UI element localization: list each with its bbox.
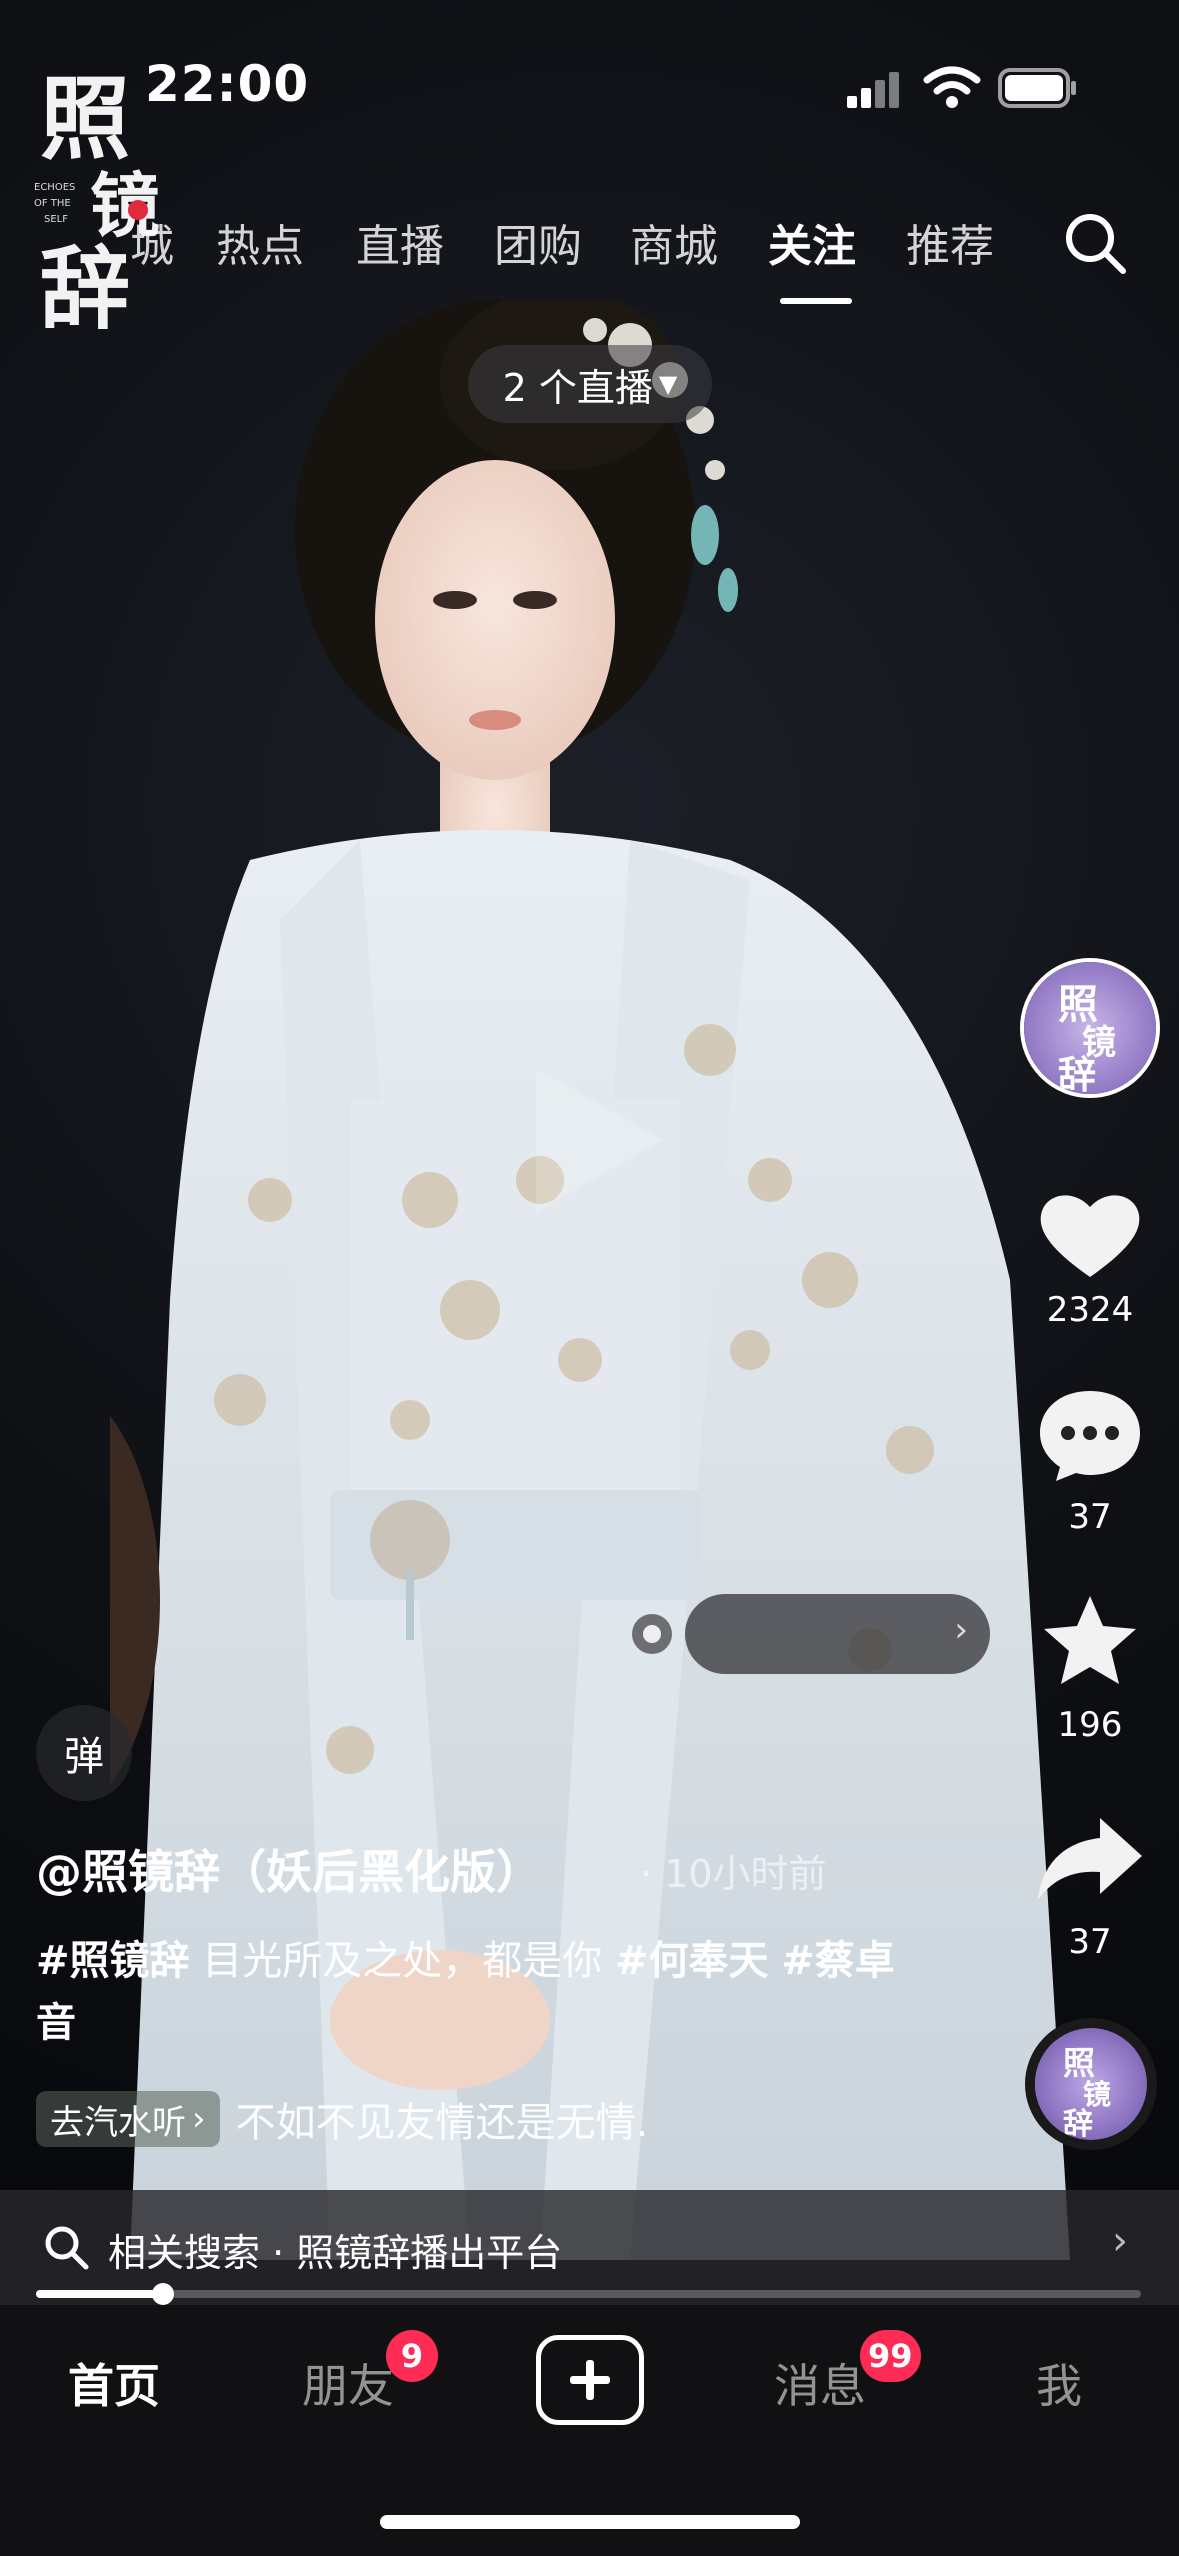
svg-text:辞: 辞 — [1058, 1052, 1096, 1094]
live-count-pill[interactable]: 2 个直播 ▼ — [468, 345, 712, 423]
caret-down-icon: ▼ — [658, 370, 678, 398]
author-avatar-image: 照 镜 辞 — [1024, 962, 1156, 1094]
danmaku-toggle-button[interactable]: 弹 — [36, 1705, 132, 1801]
tab-live[interactable]: 直播 — [356, 210, 444, 274]
video-progress-bar[interactable] — [36, 2283, 1141, 2305]
active-tab-indicator — [780, 298, 852, 304]
svg-text:辞: 辞 — [1063, 2107, 1093, 2140]
comment-count: 37 — [1068, 1497, 1112, 1537]
tab-following[interactable]: 关注 — [768, 210, 856, 274]
author-avatar[interactable]: 照 镜 辞 — [1020, 958, 1160, 1098]
video-description: #照镜辞 目光所及之处，都是你 #何奉天 #蔡卓音 — [36, 1930, 896, 2054]
share-count: 37 — [1068, 1922, 1112, 1962]
tab-group-buy[interactable]: 团购 — [494, 210, 582, 274]
svg-text:OF THE: OF THE — [34, 198, 71, 209]
music-row: 去汽水听 › 不如不见友情还是无情. — [36, 2090, 648, 2148]
brand-logo: 照 镜 辞 ECHOES OF THE SELF — [34, 66, 160, 340]
play-overlay-icon[interactable] — [500, 1050, 680, 1230]
wifi-icon — [923, 66, 981, 108]
post-time: · 10小时前 — [640, 1852, 827, 1896]
related-search-bar[interactable]: 相关搜索 · 照镜辞播出平台 › — [0, 2190, 1179, 2305]
home-indicator — [380, 2515, 800, 2529]
related-search-label: 相关搜索 · 照镜辞播出平台 — [108, 2231, 563, 2275]
like-heart-icon[interactable] — [1030, 1185, 1150, 1285]
chevron-right-icon: › — [192, 2099, 206, 2139]
description-text: 目光所及之处，都是你 — [189, 1938, 615, 1984]
danmaku-label: 弹 — [64, 1734, 104, 1780]
hashtag-link[interactable]: #何奉天 — [615, 1938, 769, 1984]
svg-text:辞: 辞 — [40, 236, 130, 340]
messages-badge: 99 — [860, 2330, 921, 2382]
create-post-button[interactable] — [536, 2335, 644, 2425]
like-count: 2324 — [1046, 1290, 1134, 1330]
comment-icon[interactable] — [1030, 1385, 1150, 1485]
favorite-star-icon[interactable] — [1030, 1590, 1150, 1690]
svg-text:照: 照 — [1063, 2044, 1095, 2082]
search-icon[interactable] — [1062, 210, 1128, 276]
friends-badge: 9 — [386, 2330, 438, 2382]
app-root: 22:00 照 镜 辞 ECHOES OF THE SELF 城 热点 直播 团… — [0, 0, 1179, 2556]
svg-text:照: 照 — [40, 66, 130, 172]
tab-mall[interactable]: 商城 — [630, 210, 718, 274]
live-count-label: 2 个直播 — [502, 365, 653, 410]
music-chip-label: 去汽水听 — [50, 2102, 186, 2143]
author-name[interactable]: @照镜辞（妖后黑化版） — [36, 1836, 542, 1902]
favorite-count: 196 — [1057, 1705, 1123, 1745]
battery-icon — [998, 68, 1076, 108]
nav-messages[interactable]: 消息 — [774, 2350, 866, 2416]
nav-friends[interactable]: 朋友 — [302, 2350, 394, 2416]
video-progress-thumb[interactable] — [152, 2283, 175, 2305]
cellular-signal-icon — [847, 72, 899, 108]
tab-hot[interactable]: 热点 — [216, 210, 304, 274]
plus-icon — [570, 2360, 610, 2400]
hashtag-link[interactable]: #照镜辞 — [36, 1938, 190, 1984]
svg-text:照: 照 — [1058, 981, 1098, 1028]
share-arrow-icon[interactable] — [1030, 1808, 1150, 1908]
song-title[interactable]: 不如不见友情还是无情. — [236, 2090, 649, 2148]
svg-text:ECHOES: ECHOES — [34, 182, 75, 193]
mini-info-pill[interactable]: › — [685, 1594, 990, 1674]
mini-indicator-dot — [632, 1614, 672, 1654]
search-icon — [45, 2226, 89, 2270]
chevron-right-icon: › — [954, 1610, 968, 1650]
tab-recommend[interactable]: 推荐 — [906, 210, 994, 274]
open-music-app-chip[interactable]: 去汽水听 › — [36, 2091, 220, 2147]
chevron-right-icon: › — [1112, 2218, 1128, 2264]
music-disc-cover: 照 镜 辞 — [1035, 2028, 1147, 2140]
nav-me[interactable]: 我 — [1036, 2350, 1082, 2416]
svg-text:SELF: SELF — [44, 214, 68, 225]
nav-home[interactable]: 首页 — [68, 2350, 160, 2416]
tab-city[interactable]: 城 — [130, 210, 174, 274]
music-disc[interactable]: 照 镜 辞 — [1025, 2018, 1157, 2150]
video-progress-fill — [36, 2290, 164, 2298]
